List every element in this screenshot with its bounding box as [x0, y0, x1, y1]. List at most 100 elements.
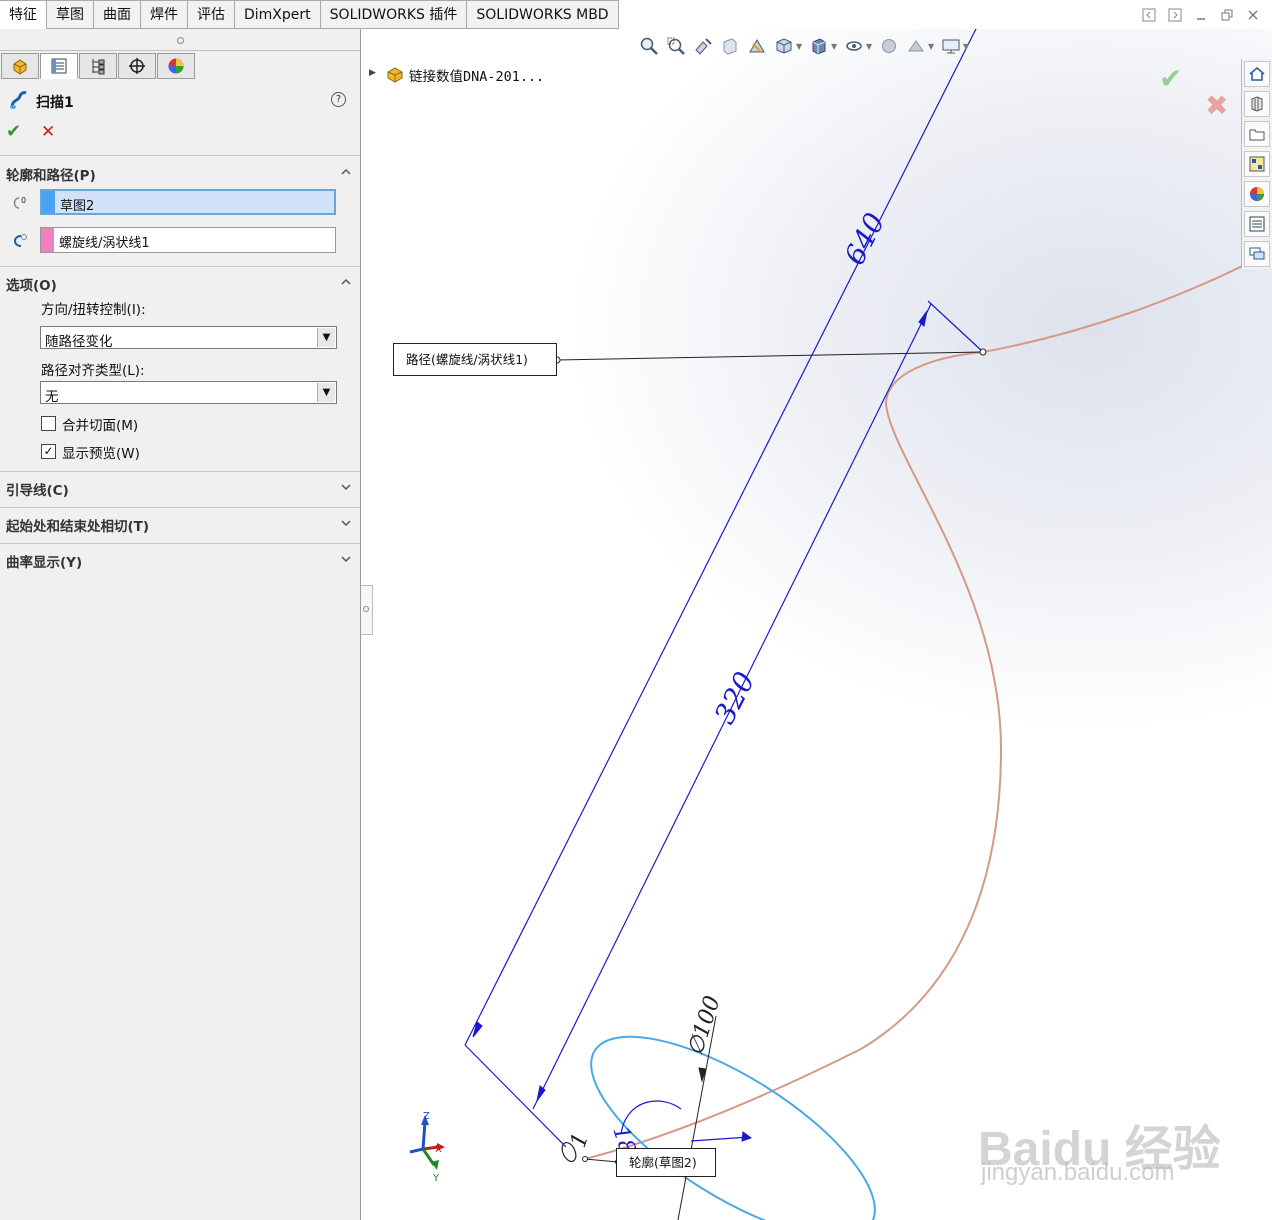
tab-weldments[interactable]: 焊件	[140, 0, 188, 28]
display-manager-tab[interactable]	[157, 53, 195, 79]
view-orientation-icon[interactable]	[774, 36, 794, 56]
dropdown-arrow-icon[interactable]: ▼	[866, 42, 872, 51]
appearances-button[interactable]	[1244, 181, 1270, 207]
view-palette-button[interactable]	[1244, 151, 1270, 177]
helix-path	[584, 250, 1272, 1160]
group-divider	[0, 266, 360, 267]
expand-arrow-icon[interactable]: ▶	[369, 68, 376, 78]
dropdown-arrow-icon[interactable]: ▼	[831, 42, 837, 51]
command-manager: 特征 草图 曲面 焊件 评估 DimXpert SOLIDWORKS 插件 SO…	[0, 0, 1272, 29]
path-value: 螺旋线/涡状线1	[59, 236, 150, 251]
profile-circle	[590, 1035, 876, 1220]
chevron-up-icon[interactable]	[340, 276, 352, 288]
tab-solidworks-addins[interactable]: SOLIDWORKS 插件	[319, 0, 468, 28]
orientation-triad: Z X Y	[409, 1111, 445, 1184]
path-align-dropdown[interactable]: 无 ▼	[40, 381, 337, 405]
dimension-640-label[interactable]: 640	[838, 208, 892, 271]
property-manager-header: 扫描1 ?	[6, 89, 354, 113]
tab-evaluate[interactable]: 评估	[187, 0, 235, 28]
confirm-cancel-icon[interactable]: ✖	[1205, 89, 1228, 122]
ok-button[interactable]: ✔	[6, 121, 21, 142]
dropdown-arrow-icon[interactable]: ▼	[963, 42, 969, 51]
previous-view-icon[interactable]	[693, 36, 713, 56]
custom-properties-button[interactable]	[1244, 211, 1270, 237]
cancel-button[interactable]: ✕	[41, 122, 55, 142]
group-divider	[0, 155, 360, 156]
design-library-button[interactable]	[1244, 91, 1270, 117]
minimize-icon[interactable]	[1194, 8, 1208, 22]
tab-dimxpert[interactable]: DimXpert	[234, 0, 321, 28]
dimension-small-label[interactable]: 1	[566, 1130, 594, 1151]
show-preview-checkbox[interactable]: ✓	[41, 444, 56, 459]
options-group-header[interactable]: 选项(O)	[6, 274, 57, 294]
merge-faces-checkbox[interactable]	[41, 416, 56, 431]
design-library-icon	[1251, 96, 1263, 112]
zoom-to-fit-icon[interactable]	[639, 36, 659, 56]
dynamic-annotation-icon[interactable]	[747, 36, 767, 56]
dropdown-arrow-icon[interactable]: ▼	[796, 42, 802, 51]
path-callout[interactable]: 路径(螺旋线/涡状线1)	[393, 343, 557, 376]
property-manager-tab[interactable]	[40, 53, 78, 79]
dimxpert-manager-tab[interactable]	[118, 53, 156, 79]
orientation-value: 随路径变化	[45, 334, 113, 350]
tile-left-icon[interactable]	[1142, 8, 1156, 22]
panel-splitter[interactable]	[0, 29, 360, 51]
file-explorer-button[interactable]	[1244, 121, 1270, 147]
task-pane	[1241, 59, 1272, 269]
file-explorer-icon	[1249, 129, 1265, 141]
forum-button[interactable]	[1244, 241, 1270, 267]
configuration-manager-tab[interactable]	[79, 53, 117, 79]
tab-features[interactable]: 特征	[0, 0, 47, 29]
scene-icon[interactable]	[906, 36, 926, 56]
dimension-angle	[620, 1100, 753, 1142]
chevron-up-icon[interactable]	[340, 166, 352, 178]
tab-sketch[interactable]: 草图	[46, 0, 94, 28]
display-style-icon[interactable]	[809, 36, 829, 56]
dimension-320-label[interactable]: 320	[708, 667, 762, 730]
curvature-display-group-header[interactable]: 曲率显示(Y)	[6, 551, 82, 571]
feature-title: 扫描1	[36, 95, 74, 111]
section-view-icon[interactable]	[720, 36, 740, 56]
profile-path-group-header[interactable]: 轮廓和路径(P)	[6, 164, 96, 184]
hide-show-icon[interactable]	[844, 36, 864, 56]
property-manager-icon	[51, 58, 67, 74]
forum-icon	[1249, 247, 1265, 260]
dropdown-arrow-icon[interactable]: ▼	[928, 42, 934, 51]
restore-icon[interactable]	[1220, 8, 1234, 22]
tile-right-icon[interactable]	[1168, 8, 1182, 22]
home-button[interactable]	[1244, 61, 1270, 87]
display-manager-icon	[168, 58, 184, 74]
part-name: 链接数值DNA-201...	[409, 69, 545, 85]
confirm-ok-icon[interactable]: ✔	[1159, 62, 1182, 95]
graphics-area[interactable]: 640 320 ∅100 18 1 Z X Y ▼ ▼ ▼ ▼ ▼ ▶ 链接数值…	[361, 29, 1272, 1220]
triad-z-label: Z	[423, 1111, 430, 1122]
zoom-area-icon[interactable]	[666, 36, 686, 56]
triad-x-label: X	[435, 1144, 442, 1155]
tab-solidworks-mbd[interactable]: SOLIDWORKS MBD	[466, 0, 619, 28]
chevron-down-icon[interactable]	[340, 553, 352, 565]
triad-y-label: Y	[432, 1173, 440, 1184]
close-icon[interactable]	[1246, 8, 1260, 22]
group-divider	[0, 507, 360, 508]
profile-callout[interactable]: 轮廓(草图2)	[616, 1148, 716, 1177]
panel-collapse-grip[interactable]	[361, 585, 373, 635]
display-settings-icon[interactable]	[941, 36, 961, 56]
profile-icon: 0	[13, 196, 26, 209]
feature-manager-icon	[13, 59, 27, 75]
chevron-down-icon[interactable]	[340, 517, 352, 529]
appearance-icon[interactable]	[879, 36, 899, 56]
profile-leader	[584, 1158, 619, 1163]
orientation-dropdown[interactable]: 随路径变化 ▼	[40, 326, 337, 350]
help-icon[interactable]: ?	[331, 92, 346, 107]
view-palette-icon	[1249, 156, 1265, 172]
chevron-down-icon[interactable]	[340, 481, 352, 493]
command-manager-tabs: 特征 草图 曲面 焊件 评估 DimXpert SOLIDWORKS 插件 SO…	[0, 0, 619, 29]
group-divider	[0, 471, 360, 472]
path-selection-box[interactable]: 螺旋线/涡状线1	[40, 227, 336, 253]
dimension-diameter-label[interactable]: ∅100	[683, 993, 726, 1059]
tangency-group-header[interactable]: 起始处和结束处相切(T)	[6, 515, 149, 535]
feature-manager-tab[interactable]	[1, 53, 39, 79]
tab-surfaces[interactable]: 曲面	[93, 0, 141, 28]
guide-curves-group-header[interactable]: 引导线(C)	[6, 479, 69, 499]
profile-selection-box[interactable]: 草图2	[40, 189, 336, 215]
